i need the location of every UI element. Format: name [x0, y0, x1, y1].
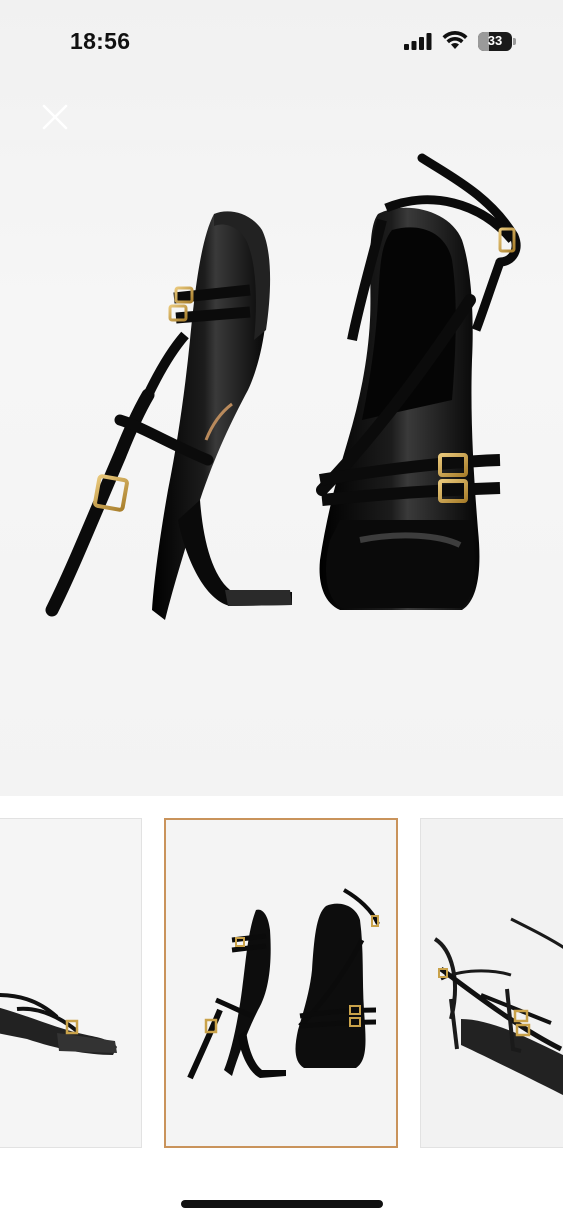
signal-icon: [404, 33, 432, 50]
battery-icon: 33: [478, 32, 516, 51]
status-bar: 18:56 33: [0, 0, 563, 80]
home-indicator[interactable]: [181, 1200, 383, 1208]
thumbnail-strip[interactable]: [0, 796, 563, 1166]
thumbnail-3[interactable]: [420, 818, 563, 1148]
battery-level: 33: [487, 33, 503, 48]
sandals-illustration: [45, 153, 521, 620]
sandal-pair-thumbnail: [166, 820, 396, 1146]
sandal-side-thumbnail: [0, 819, 141, 1147]
status-time: 18:56: [70, 28, 131, 54]
close-icon: [42, 104, 68, 130]
thumbnail-2[interactable]: [164, 818, 398, 1148]
thumbnail-1[interactable]: [0, 818, 142, 1148]
sandal-angled-thumbnail: [421, 819, 563, 1147]
close-button[interactable]: [38, 100, 72, 134]
battery-cap: [513, 38, 516, 45]
wifi-icon: [442, 31, 468, 49]
right-sandal: [316, 153, 521, 610]
product-image-main[interactable]: [0, 0, 563, 796]
left-sandal: [45, 211, 292, 620]
